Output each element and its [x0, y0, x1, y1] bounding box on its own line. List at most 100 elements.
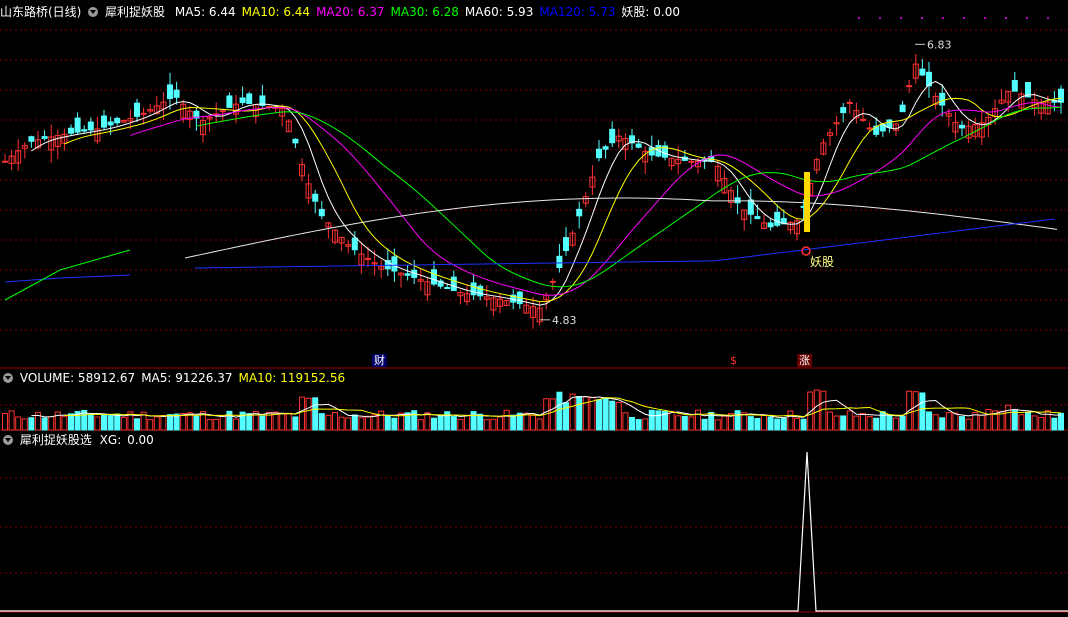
volume-bar: [569, 393, 576, 431]
volume-bar: [1018, 414, 1025, 431]
candle-body: [391, 256, 398, 272]
volume-bar: [61, 416, 68, 431]
candle-body: [134, 102, 140, 117]
volume-bar: [68, 413, 74, 431]
volume-bar: [813, 389, 820, 431]
volume-bar: [153, 416, 160, 431]
volume-bar: [1038, 417, 1045, 431]
volume-bar: [351, 414, 358, 431]
volume-bar: [945, 412, 952, 431]
volume-bar: [556, 391, 563, 431]
volume-bar: [959, 416, 965, 431]
top-dot: [900, 17, 902, 19]
high-price-label: 6.83: [927, 38, 952, 51]
volume-bar: [846, 410, 853, 431]
candle-body: [246, 93, 253, 105]
volume-bar: [371, 414, 378, 431]
sub-indicator-header: 犀利捉妖股选 XG: 0.00: [0, 432, 160, 448]
volume-bar: [866, 416, 873, 431]
volume-readout-2: MA10: 119152.56: [238, 371, 346, 385]
volume-bar: [305, 397, 312, 431]
candle-body: [450, 276, 457, 291]
volume-bar: [15, 416, 22, 431]
volume-bar: [464, 414, 470, 431]
candle-body: [226, 95, 233, 108]
volume-bar: [431, 417, 437, 431]
volume-bar: [226, 410, 233, 431]
sub-indicator-name: 犀利捉妖股选: [19, 433, 92, 447]
volume-bar: [292, 416, 299, 431]
zhang-marker[interactable]: 涨: [797, 354, 812, 367]
volume-readout-0: VOLUME: 58912.67: [19, 371, 136, 385]
volume-bar: [840, 415, 847, 431]
volume-bar: [318, 413, 325, 431]
candle-body: [596, 148, 602, 159]
candle-body: [318, 208, 325, 217]
ma30-line: [196, 106, 1062, 288]
candle-body: [351, 237, 358, 251]
volume-bar: [384, 415, 391, 431]
volume-bar: [622, 412, 629, 431]
candle-body: [549, 280, 556, 283]
dollar-marker[interactable]: $: [728, 354, 739, 367]
volume-bar: [886, 414, 893, 431]
xg-line: [0, 451, 1068, 612]
volume-bar: [675, 415, 682, 431]
volume-bar: [695, 409, 701, 431]
candle-body: [734, 197, 741, 204]
volume-bar: [219, 415, 226, 431]
ma120-line-left: [4, 274, 131, 283]
volume-bar: [754, 418, 761, 431]
volume-bar: [457, 418, 464, 431]
volume-bar: [978, 414, 985, 431]
volume-bar: [147, 419, 154, 431]
volume-bar: [54, 411, 61, 431]
volume-bar: [589, 396, 596, 431]
volume-bar: [602, 398, 609, 431]
volume-bar: [549, 398, 556, 431]
signal-label: 妖股: [810, 255, 834, 269]
volume-bar: [523, 412, 530, 431]
volume-bar: [655, 410, 662, 431]
volume-bar: [299, 396, 305, 431]
volume-bar: [213, 418, 220, 431]
candle-body: [754, 216, 761, 220]
volume-bar: [338, 416, 345, 431]
signal-bar: [804, 172, 810, 232]
cai-marker[interactable]: 财: [372, 354, 387, 367]
volume-bar: [107, 415, 114, 431]
volume-dropdown-icon[interactable]: [3, 372, 13, 383]
volume-bar: [160, 415, 167, 431]
volume-bar: [490, 418, 497, 431]
volume-bar: [193, 415, 200, 431]
candle-body: [556, 255, 563, 269]
top-dot: [1047, 17, 1049, 19]
volume-bar: [985, 408, 992, 431]
top-dot: [921, 17, 923, 19]
volume-bar: [919, 392, 926, 431]
volume-bar: [761, 414, 767, 431]
candle-body: [68, 127, 74, 134]
volume-bar: [477, 413, 484, 431]
sub-dropdown-icon[interactable]: [3, 434, 13, 445]
volume-bar: [648, 409, 655, 431]
xg-value: 0.00: [127, 433, 154, 447]
candle-body: [1011, 80, 1018, 92]
volume-bar: [87, 414, 94, 431]
volume-bar: [932, 414, 939, 431]
volume-bar: [576, 396, 583, 431]
volume-bar: [503, 409, 510, 431]
chart-canvas[interactable]: 6.83 4.83 妖股: [0, 0, 1068, 617]
candle-body: [114, 117, 121, 124]
candle-body: [404, 273, 411, 276]
volume-bar: [8, 410, 15, 431]
candle-body: [41, 136, 48, 139]
volume-bar: [279, 413, 286, 431]
volume-bar: [536, 418, 543, 431]
volume-bar: [285, 412, 292, 431]
candle-body: [292, 138, 299, 144]
volume-bar: [206, 419, 213, 431]
candle-body: [886, 119, 893, 128]
volume-bar: [246, 413, 253, 431]
top-dot: [963, 17, 965, 19]
